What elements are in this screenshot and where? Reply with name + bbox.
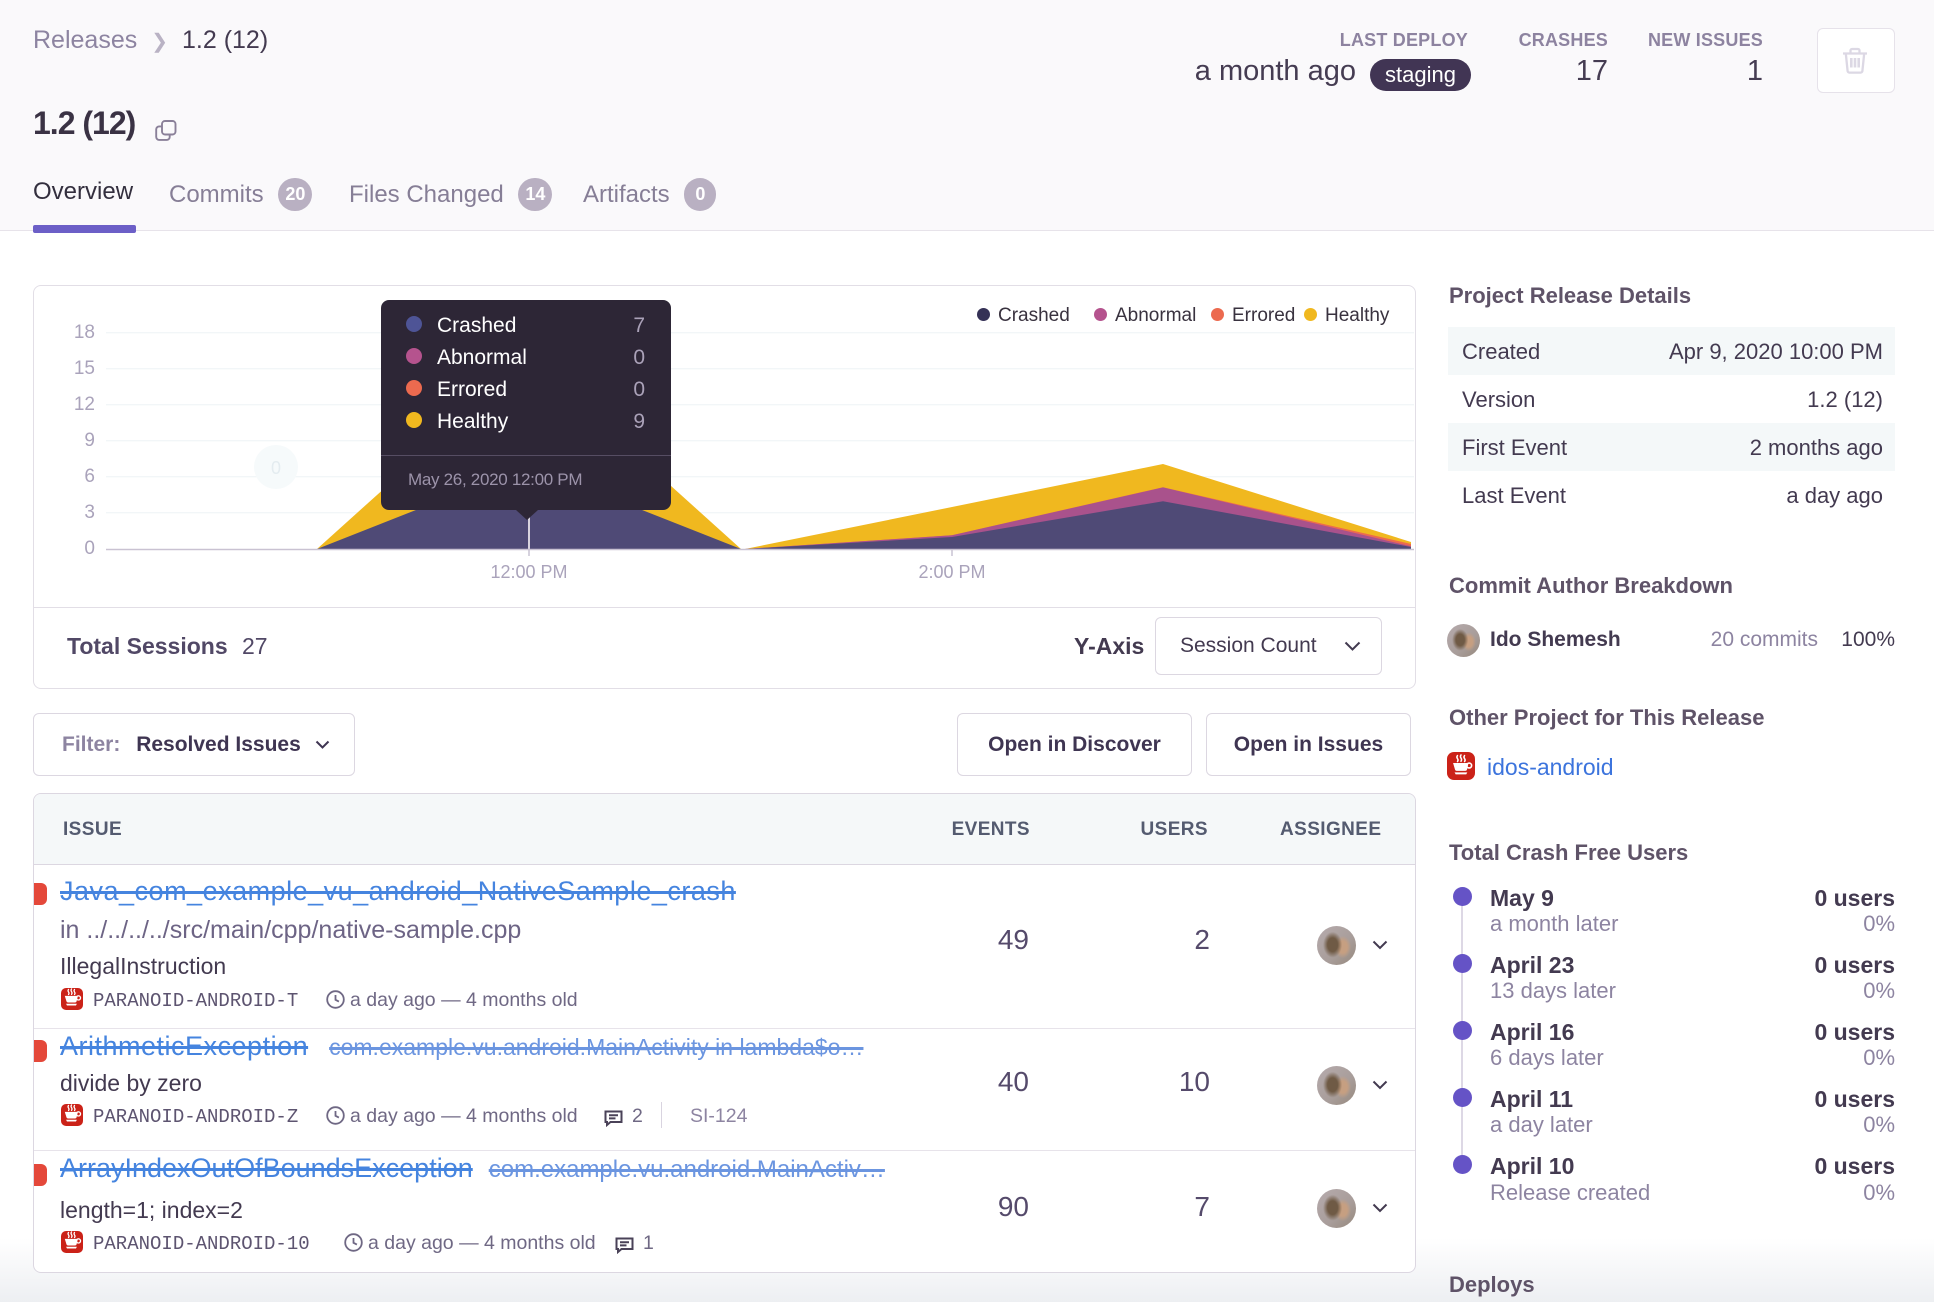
svg-text:0: 0: [271, 458, 281, 478]
